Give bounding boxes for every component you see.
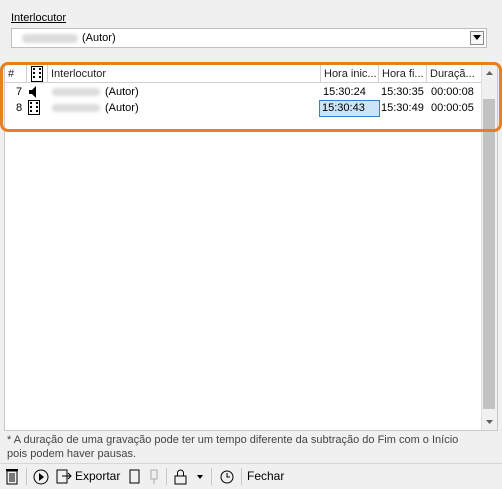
toolbar-separator [241, 468, 242, 485]
toolbar-separator [211, 468, 212, 485]
close-button[interactable]: Fechar [247, 468, 284, 485]
highlight-annotation [0, 62, 502, 132]
duration-note-line1: * A duração de uma gravação pode ter um … [7, 434, 459, 446]
export-button[interactable]: Exportar [75, 468, 120, 485]
trash-icon[interactable] [5, 468, 19, 485]
lock-icon[interactable] [173, 468, 189, 485]
interlocutor-select[interactable]: (Autor) [11, 28, 487, 48]
chevron-down-icon [473, 35, 481, 40]
scrollbar-thumb[interactable] [483, 99, 495, 409]
toolbar: Exportar Fechar [0, 463, 502, 489]
redacted-name [22, 34, 78, 43]
dropdown-arrow-button[interactable] [470, 31, 484, 45]
toolbar-separator [26, 468, 27, 485]
export-icon[interactable] [56, 468, 72, 485]
toolbar-separator [166, 468, 167, 485]
play-icon[interactable] [33, 468, 49, 485]
scroll-down-icon[interactable] [482, 416, 497, 428]
duration-note-line2: pois podem haver pausas. [7, 448, 137, 460]
interlocutor-select-value: (Autor) [82, 32, 116, 44]
bookmark-icon [150, 469, 158, 484]
interlocutor-label: Interlocutor [11, 12, 67, 24]
history-icon[interactable] [219, 468, 235, 485]
chevron-down-icon[interactable] [196, 468, 204, 485]
document-icon[interactable] [129, 468, 141, 485]
